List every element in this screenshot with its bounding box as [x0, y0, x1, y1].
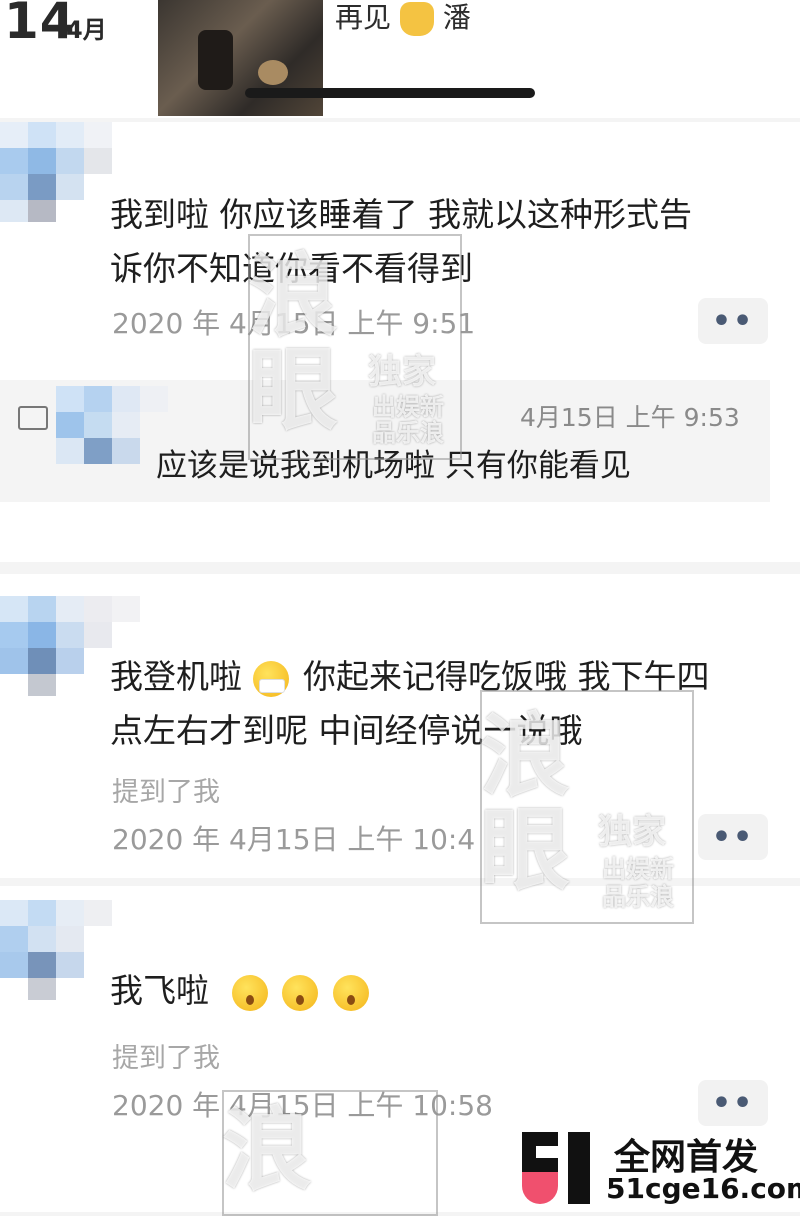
watermark-glyph: 浪: [222, 1098, 312, 1203]
home-indicator-bar[interactable]: [245, 88, 535, 98]
sleepy-face-emoji-icon: [282, 974, 318, 1011]
caption-name: 潘: [442, 1, 471, 34]
site-logo-icon: [522, 1132, 594, 1204]
site-logo-url: 51cge16.com: [606, 1172, 800, 1205]
watermark-glyph: 浪: [480, 704, 570, 809]
photo-thumbnail[interactable]: [158, 0, 323, 116]
watermark-text: 独家: [598, 812, 666, 852]
post-text-segment: 我登机啦: [110, 657, 242, 696]
top-caption: 再见 潘: [335, 0, 471, 36]
mention-label: 提到了我: [112, 1043, 220, 1074]
thumbnail-shape: [258, 60, 288, 85]
caption-text: 再见: [335, 1, 392, 34]
sleepy-face-emoji-icon: [332, 974, 369, 1011]
more-options-button[interactable]: ••: [698, 1080, 768, 1126]
comment-icon: [18, 406, 48, 430]
post-text-segment: 我飞啦: [110, 971, 209, 1010]
thumbnail-shape: [198, 30, 233, 90]
wave-emoji-icon: [399, 2, 434, 36]
more-options-button[interactable]: ••: [698, 298, 768, 344]
more-options-button[interactable]: ••: [698, 814, 768, 860]
mask-face-emoji-icon: [252, 660, 289, 697]
watermark-text: 出娱新: [602, 855, 674, 883]
watermark-glyph: 眼: [480, 798, 570, 903]
watermark-text: 品乐浪: [372, 419, 444, 447]
watermark-glyph: 眼: [248, 338, 338, 443]
post-timestamp: 2020 年 4月15日 上午 10:4: [112, 823, 476, 856]
reply-timestamp: 4月15日 上午 9:53: [520, 403, 740, 432]
date-day: 14: [4, 0, 76, 50]
date-month: 4月: [66, 16, 107, 44]
watermark-text: 品乐浪: [602, 883, 674, 911]
mention-label: 提到了我: [112, 777, 220, 808]
watermark-glyph: 浪: [248, 244, 338, 349]
watermark-text: 独家: [368, 352, 436, 392]
watermark-text: 出娱新: [372, 393, 444, 421]
sleepy-face-emoji-icon: [231, 974, 268, 1011]
post-text: 我飞啦: [110, 964, 373, 1018]
